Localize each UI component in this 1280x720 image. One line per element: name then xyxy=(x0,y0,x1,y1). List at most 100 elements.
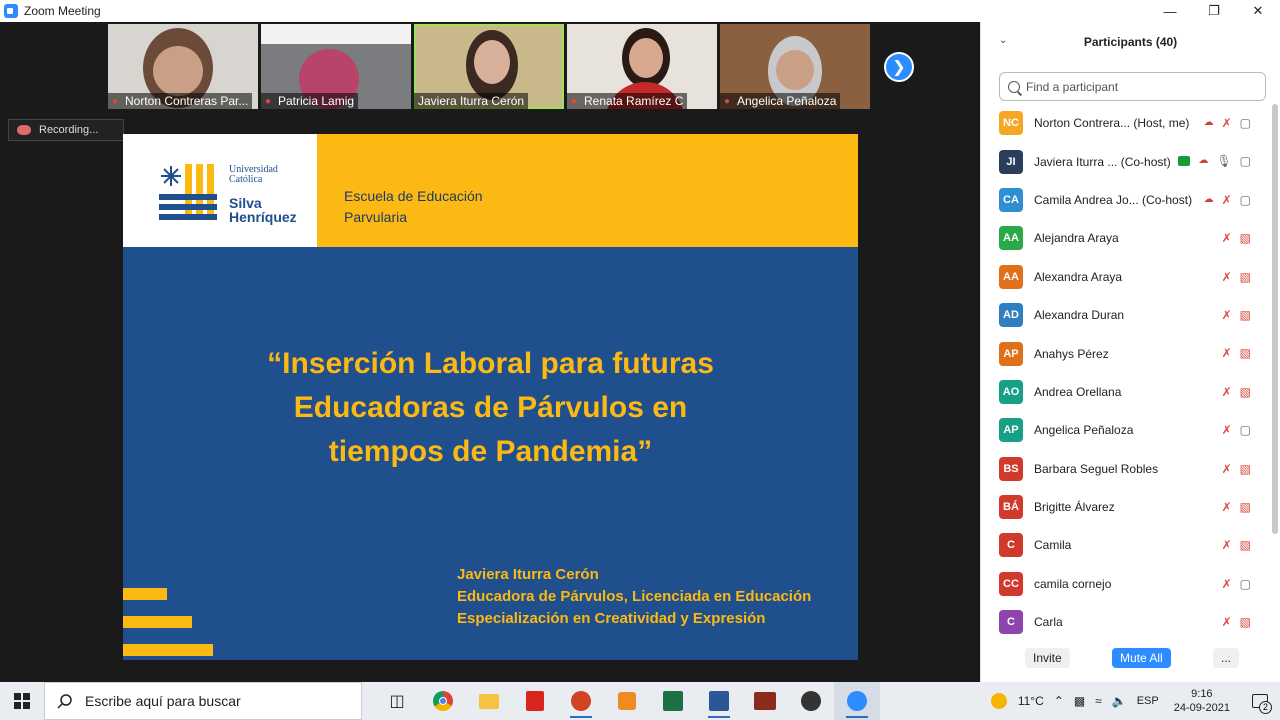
thumbnail-label: ● Renata Ramírez C xyxy=(567,93,688,109)
video-thumbnail[interactable]: ● Angelica Peñaloza xyxy=(720,24,870,109)
participant-row[interactable]: AA Alejandra Araya ✗ ▧ xyxy=(981,219,1271,257)
input-language[interactable]: ESP xyxy=(1137,695,1159,707)
recording-indicator[interactable]: Recording... xyxy=(8,119,124,141)
taskbar-clock[interactable]: 9:16 24-09-2021 xyxy=(1174,687,1230,715)
mic-muted-icon: ✗ xyxy=(1221,231,1232,246)
weather-temperature[interactable]: 11°C xyxy=(1018,694,1044,708)
chrome-icon-center xyxy=(439,697,447,705)
participant-video xyxy=(629,38,663,78)
participant-row[interactable]: CA Camila Andrea Jo... (Co-host) ☁ ✗ ▢ xyxy=(981,181,1271,219)
zoom-taskbar-button[interactable] xyxy=(834,682,880,720)
edge-taskbar-button[interactable] xyxy=(788,682,834,720)
participant-name: Anahys Pérez xyxy=(1034,346,1109,361)
avatar: AD xyxy=(999,303,1023,328)
avatar: AO xyxy=(999,379,1023,404)
battery-icon[interactable]: ▩ xyxy=(1074,694,1085,708)
next-videos-button[interactable]: ❯ xyxy=(884,52,914,82)
video-off-icon: ▧ xyxy=(1239,538,1251,553)
start-button[interactable] xyxy=(0,682,44,720)
participants-header: ⌄ Participants (40) xyxy=(981,22,1280,62)
chrome-taskbar-button[interactable] xyxy=(420,682,466,720)
video-icon: ▢ xyxy=(1239,154,1251,169)
chevron-down-icon[interactable]: ⌄ xyxy=(999,35,1007,46)
taskbar-search[interactable]: Escribe aquí para buscar xyxy=(44,682,362,720)
restore-button[interactable]: ❐ xyxy=(1192,0,1236,22)
app-taskbar-button[interactable] xyxy=(742,682,788,720)
video-thumbnail[interactable]: ● Norton Contreras Par... xyxy=(108,24,258,109)
participant-name: Barbara Seguel Robles xyxy=(1034,461,1159,476)
participant-row[interactable]: AO Andrea Orellana ✗ ▧ xyxy=(981,373,1271,411)
participant-video xyxy=(474,40,510,84)
participants-scrollbar[interactable] xyxy=(1272,104,1278,534)
video-off-icon: ▧ xyxy=(1239,384,1251,399)
participant-row[interactable]: AA Alexandra Araya ✗ ▧ xyxy=(981,258,1271,296)
participant-row[interactable]: NC Norton Contrera... (Host, me) ☁ ✗ ▢ xyxy=(981,104,1271,142)
wifi-icon[interactable]: ≈ xyxy=(1095,694,1102,708)
participant-row[interactable]: CC camila cornejo ✗ ▢ xyxy=(981,565,1271,603)
search-icon xyxy=(57,694,72,709)
cloud-recording-icon xyxy=(17,125,31,135)
participant-row[interactable]: JI Javiera Iturra ... (Co-host) ☁ 🎙 ▢ xyxy=(981,142,1271,180)
mic-muted-icon: ✗ xyxy=(1221,269,1232,284)
excel-icon xyxy=(663,691,683,711)
speaker-icon[interactable]: 🔈 xyxy=(1112,694,1127,708)
avatar: AA xyxy=(999,264,1023,289)
task-view-button[interactable]: ◫ xyxy=(374,682,420,720)
participant-row[interactable]: C Camila ✗ ▧ xyxy=(981,526,1271,564)
logo-text-big: Silva Henríquez xyxy=(229,195,297,225)
notification-center-button[interactable]: 2 xyxy=(1240,682,1280,720)
video-off-icon: ▧ xyxy=(1239,461,1251,476)
participant-row[interactable]: BÁ Brigitte Álvarez ✗ ▧ xyxy=(981,488,1271,526)
thumbnail-label: ● Norton Contreras Par... xyxy=(108,93,253,109)
avatar: C xyxy=(999,610,1023,634)
mic-muted-icon: ● xyxy=(724,95,731,107)
university-logo-mark-icon xyxy=(159,164,217,220)
participant-row[interactable]: AD Alexandra Duran ✗ ▧ xyxy=(981,296,1271,334)
participant-name: Norton Contrera... (Host, me) xyxy=(1034,116,1190,131)
participant-video xyxy=(261,24,411,44)
minimize-button[interactable]: — xyxy=(1148,0,1192,22)
excel-taskbar-button[interactable] xyxy=(650,682,696,720)
acrobat-taskbar-button[interactable] xyxy=(512,682,558,720)
avatar: JI xyxy=(999,149,1023,174)
cloud-recording-icon: ☁ xyxy=(1198,155,1209,167)
chevron-up-icon[interactable]: ⌃ xyxy=(1054,694,1064,708)
video-thumbnail[interactable]: ● Patricia Lamig xyxy=(261,24,411,109)
invite-button[interactable]: Invite xyxy=(1025,648,1070,668)
participant-name: Angelica Peñaloza xyxy=(1034,423,1134,438)
media-player-taskbar-button[interactable] xyxy=(604,682,650,720)
mic-muted-icon: ✗ xyxy=(1221,499,1232,514)
video-thumbnail[interactable]: ● Renata Ramírez C xyxy=(567,24,717,109)
mic-muted-icon: ✗ xyxy=(1221,615,1232,630)
video-off-icon: ▧ xyxy=(1239,307,1251,322)
browser-icon xyxy=(801,691,821,711)
participant-name: Alexandra Duran xyxy=(1034,308,1125,323)
avatar: NC xyxy=(999,111,1023,136)
word-taskbar-button[interactable] xyxy=(696,682,742,720)
mic-muted-icon: ● xyxy=(265,95,272,107)
participant-status-icons: ✗ ▧ xyxy=(1222,603,1251,634)
participant-status-icons: ☁ ✗ ▢ xyxy=(1204,181,1251,219)
close-button[interactable]: ✕ xyxy=(1236,0,1280,22)
file-explorer-taskbar-button[interactable] xyxy=(466,682,512,720)
video-thumbnail-active-speaker[interactable]: Javiera Iturra Cerón xyxy=(414,24,564,109)
participant-status-icons: ✗ ▧ xyxy=(1222,450,1251,488)
powerpoint-taskbar-button[interactable] xyxy=(558,682,604,720)
participant-row[interactable]: AP Anahys Pérez ✗ ▧ xyxy=(981,334,1271,372)
participant-name: Camila Andrea Jo... (Co-host) xyxy=(1034,192,1193,207)
participant-search-input[interactable] xyxy=(1026,79,1246,94)
participant-name: Brigitte Álvarez xyxy=(1034,500,1115,515)
mic-muted-icon: ✗ xyxy=(1221,423,1232,438)
avatar: CA xyxy=(999,187,1023,212)
participant-search[interactable] xyxy=(999,72,1266,101)
participant-row[interactable]: BS Barbara Seguel Robles ✗ ▧ xyxy=(981,450,1271,488)
meeting-area: ● Norton Contreras Par... ● Patricia Lamig… xyxy=(0,22,980,682)
participant-row[interactable]: C Carla ✗ ▧ xyxy=(981,603,1271,634)
video-icon: ▢ xyxy=(1239,576,1251,591)
more-options-button[interactable]: ... xyxy=(1213,648,1240,668)
video-off-icon: ▧ xyxy=(1239,269,1251,284)
participant-row[interactable]: AP Angelica Peñaloza ✗ ▢ xyxy=(981,411,1271,449)
cloud-recording-icon: ☁ xyxy=(1203,193,1214,205)
mute-all-button[interactable]: Mute All xyxy=(1112,648,1171,668)
participant-status-icons: ✗ ▢ xyxy=(1222,411,1251,449)
